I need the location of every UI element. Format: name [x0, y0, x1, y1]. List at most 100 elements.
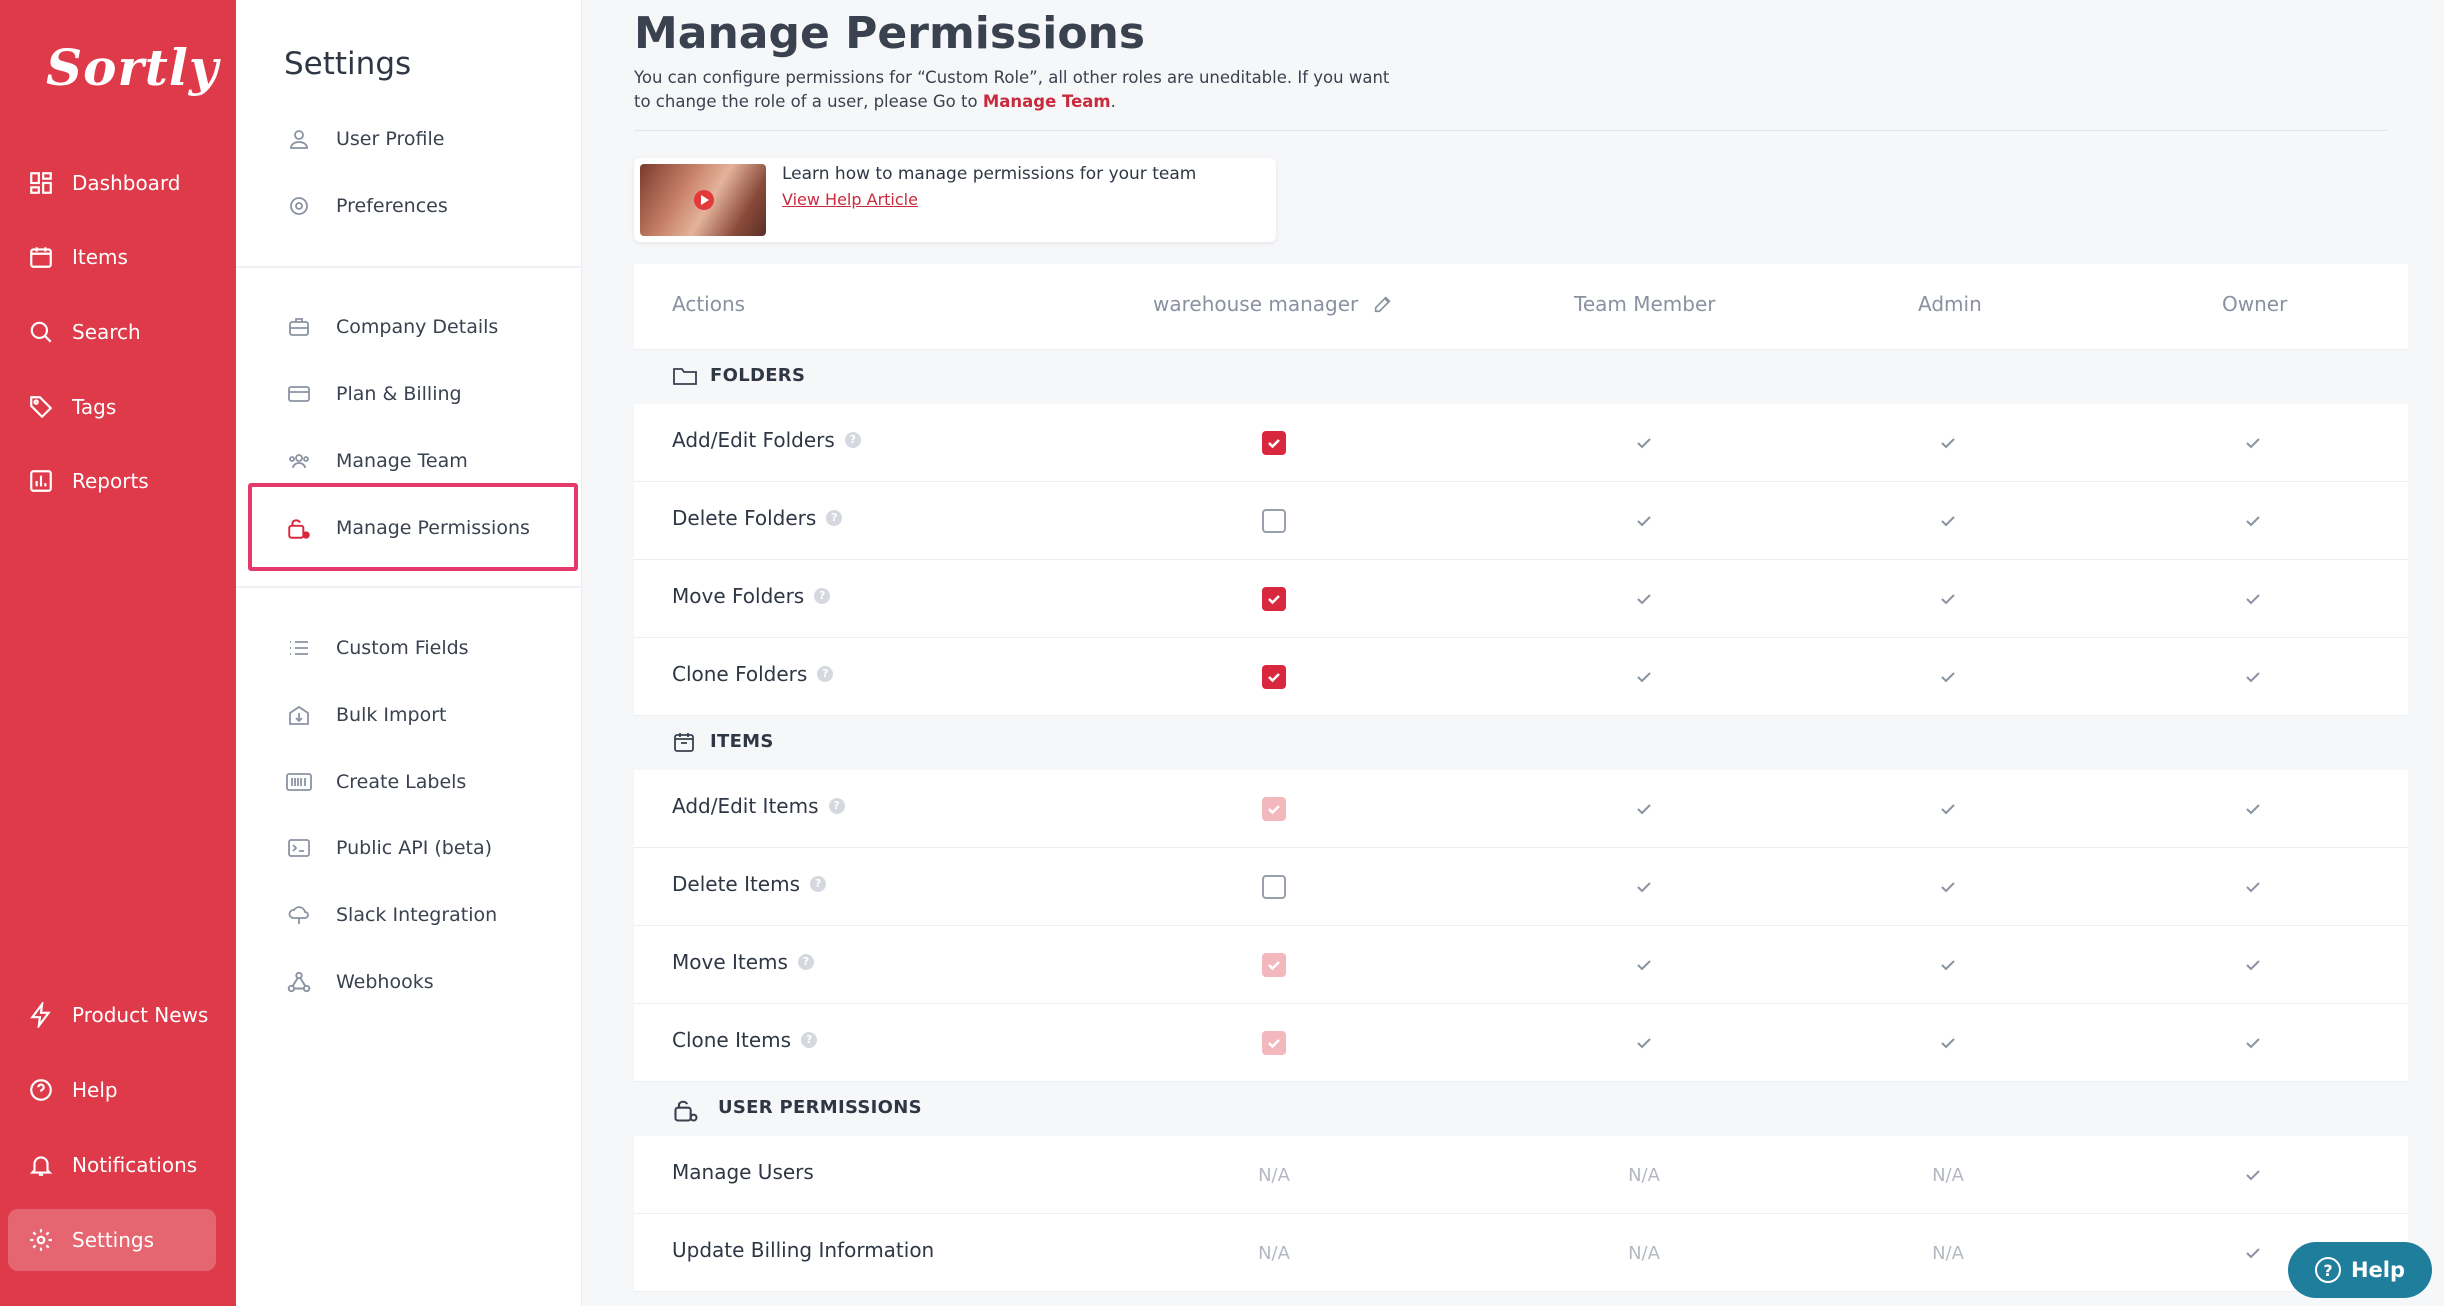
- na-cell: N/A: [1908, 1136, 1988, 1214]
- bell-icon: [26, 1150, 56, 1180]
- custom-role-cell: [1234, 560, 1314, 638]
- nav-item-settings[interactable]: Settings: [8, 1209, 216, 1271]
- nav-item-help[interactable]: Help: [8, 1059, 216, 1121]
- info-icon[interactable]: ?: [810, 876, 827, 892]
- check-icon: [2213, 770, 2293, 848]
- table-row: Add/Edit Folders?: [634, 404, 2408, 482]
- permission-name: Add/Edit Items?: [672, 794, 845, 818]
- play-icon[interactable]: [694, 190, 714, 210]
- table-body: FOLDERS Add/Edit Folders? Delete Folders? M…: [634, 350, 2408, 1292]
- settings-item-company-details[interactable]: Company Details: [284, 307, 498, 347]
- section-label: USER PERMISSIONS: [718, 1097, 922, 1118]
- settings-item-user-profile[interactable]: User Profile: [284, 119, 444, 159]
- nav-item-product-news[interactable]: Product News: [8, 984, 216, 1046]
- settings-item-custom-fields[interactable]: Custom Fields: [284, 628, 469, 668]
- nav-item-search[interactable]: Search: [8, 301, 216, 363]
- permission-checkbox[interactable]: [1262, 509, 1286, 533]
- settings-item-label: User Profile: [336, 128, 445, 150]
- na-text: N/A: [1932, 1242, 1964, 1264]
- settings-item-label: Slack Integration: [336, 904, 498, 926]
- section-label: ITEMS: [710, 731, 774, 752]
- info-icon[interactable]: ?: [826, 510, 843, 526]
- check-icon: [1908, 770, 1988, 848]
- permission-checkbox[interactable]: [1262, 587, 1286, 611]
- nav-label: Items: [72, 245, 128, 269]
- webhook-icon: [284, 967, 314, 997]
- permission-checkbox: [1262, 1031, 1286, 1055]
- permission-checkbox[interactable]: [1262, 431, 1286, 455]
- sortly-logo[interactable]: Sortly: [46, 38, 219, 97]
- nav-item-items[interactable]: Items: [8, 226, 216, 288]
- check-icon: [2213, 1004, 2293, 1082]
- settings-item-label: Company Details: [336, 316, 499, 338]
- nav-item-tags[interactable]: Tags: [8, 376, 216, 438]
- settings-item-create-labels[interactable]: Create Labels: [284, 762, 466, 802]
- folder-icon: [672, 364, 698, 392]
- info-icon[interactable]: ?: [844, 432, 861, 448]
- nav-label: Notifications: [72, 1153, 198, 1177]
- na-text: N/A: [1258, 1164, 1290, 1186]
- manage-team-link[interactable]: Manage Team: [983, 92, 1111, 111]
- check-icon: [2213, 848, 2293, 926]
- divider: [634, 130, 2388, 131]
- info-icon[interactable]: ?: [814, 588, 831, 604]
- nav-item-notifications[interactable]: Notifications: [8, 1134, 216, 1196]
- view-help-article-link[interactable]: View Help Article: [782, 190, 918, 209]
- settings-item-bulk-import[interactable]: Bulk Import: [284, 695, 446, 735]
- gear-icon: [26, 1225, 56, 1255]
- settings-item-label: Bulk Import: [336, 704, 447, 726]
- check-icon: [2213, 638, 2293, 716]
- permission-name: Move Items?: [672, 950, 814, 974]
- table-row: Delete Items?: [634, 848, 2408, 926]
- page-description: You can configure permissions for “Custo…: [634, 66, 1394, 114]
- nav-item-dashboard[interactable]: Dashboard: [8, 152, 216, 214]
- settings-item-slack-integration[interactable]: Slack Integration: [284, 895, 497, 935]
- na-cell: N/A: [1604, 1136, 1684, 1214]
- nav-label: Dashboard: [72, 171, 181, 195]
- check-icon: [2213, 482, 2293, 560]
- help-button[interactable]: ? Help: [2288, 1242, 2432, 1298]
- settings-title: Settings: [284, 46, 412, 82]
- lightning-icon: [26, 1000, 56, 1030]
- page-title: Manage Permissions: [634, 8, 1146, 59]
- check-icon: [2213, 1214, 2293, 1292]
- settings-item-label: Custom Fields: [336, 637, 469, 659]
- question-icon: ?: [2314, 1257, 2341, 1283]
- check-icon: [2213, 926, 2293, 1004]
- nav-item-reports[interactable]: Reports: [8, 450, 216, 512]
- import-icon: [284, 700, 314, 730]
- settings-item-plan-billing[interactable]: Plan & Billing: [284, 374, 462, 414]
- settings-item-manage-team[interactable]: Manage Team: [284, 441, 468, 481]
- na-text: N/A: [1932, 1164, 1964, 1186]
- info-icon[interactable]: ?: [801, 1032, 818, 1048]
- section-header: FOLDERS: [634, 350, 2408, 404]
- na-text: N/A: [1258, 1242, 1290, 1264]
- permission-checkbox[interactable]: [1262, 665, 1286, 689]
- settings-item-preferences[interactable]: Preferences: [284, 186, 448, 226]
- info-icon[interactable]: ?: [797, 954, 814, 970]
- pencil-icon[interactable]: [1372, 293, 1394, 315]
- column-actions: Actions: [672, 292, 746, 316]
- card-icon: [284, 379, 314, 409]
- column-owner: Owner: [2222, 292, 2288, 316]
- check-icon: [1908, 482, 1988, 560]
- custom-role-cell: [1234, 404, 1314, 482]
- settings-item-public-api[interactable]: Public API (beta): [284, 828, 492, 868]
- video-thumbnail[interactable]: [640, 164, 766, 236]
- nav-label: Tags: [72, 395, 117, 419]
- nav-label: Reports: [72, 469, 149, 493]
- help-video-card[interactable]: Learn how to manage permissions for your…: [634, 158, 1276, 242]
- info-icon[interactable]: ?: [828, 798, 845, 814]
- custom-role-name: warehouse manager: [1153, 292, 1359, 316]
- permission-label: Update Billing Information: [672, 1238, 935, 1262]
- custom-role-cell: [1234, 926, 1314, 1004]
- nav-label: Search: [72, 320, 141, 344]
- permission-label: Clone Items: [672, 1028, 792, 1052]
- check-icon: [1604, 560, 1684, 638]
- user-icon: [284, 124, 314, 154]
- permission-name: Delete Items?: [672, 872, 827, 896]
- info-icon[interactable]: ?: [817, 666, 834, 682]
- settings-item-label: Plan & Billing: [336, 383, 462, 405]
- permission-checkbox[interactable]: [1262, 875, 1286, 899]
- settings-item-webhooks[interactable]: Webhooks: [284, 962, 434, 1002]
